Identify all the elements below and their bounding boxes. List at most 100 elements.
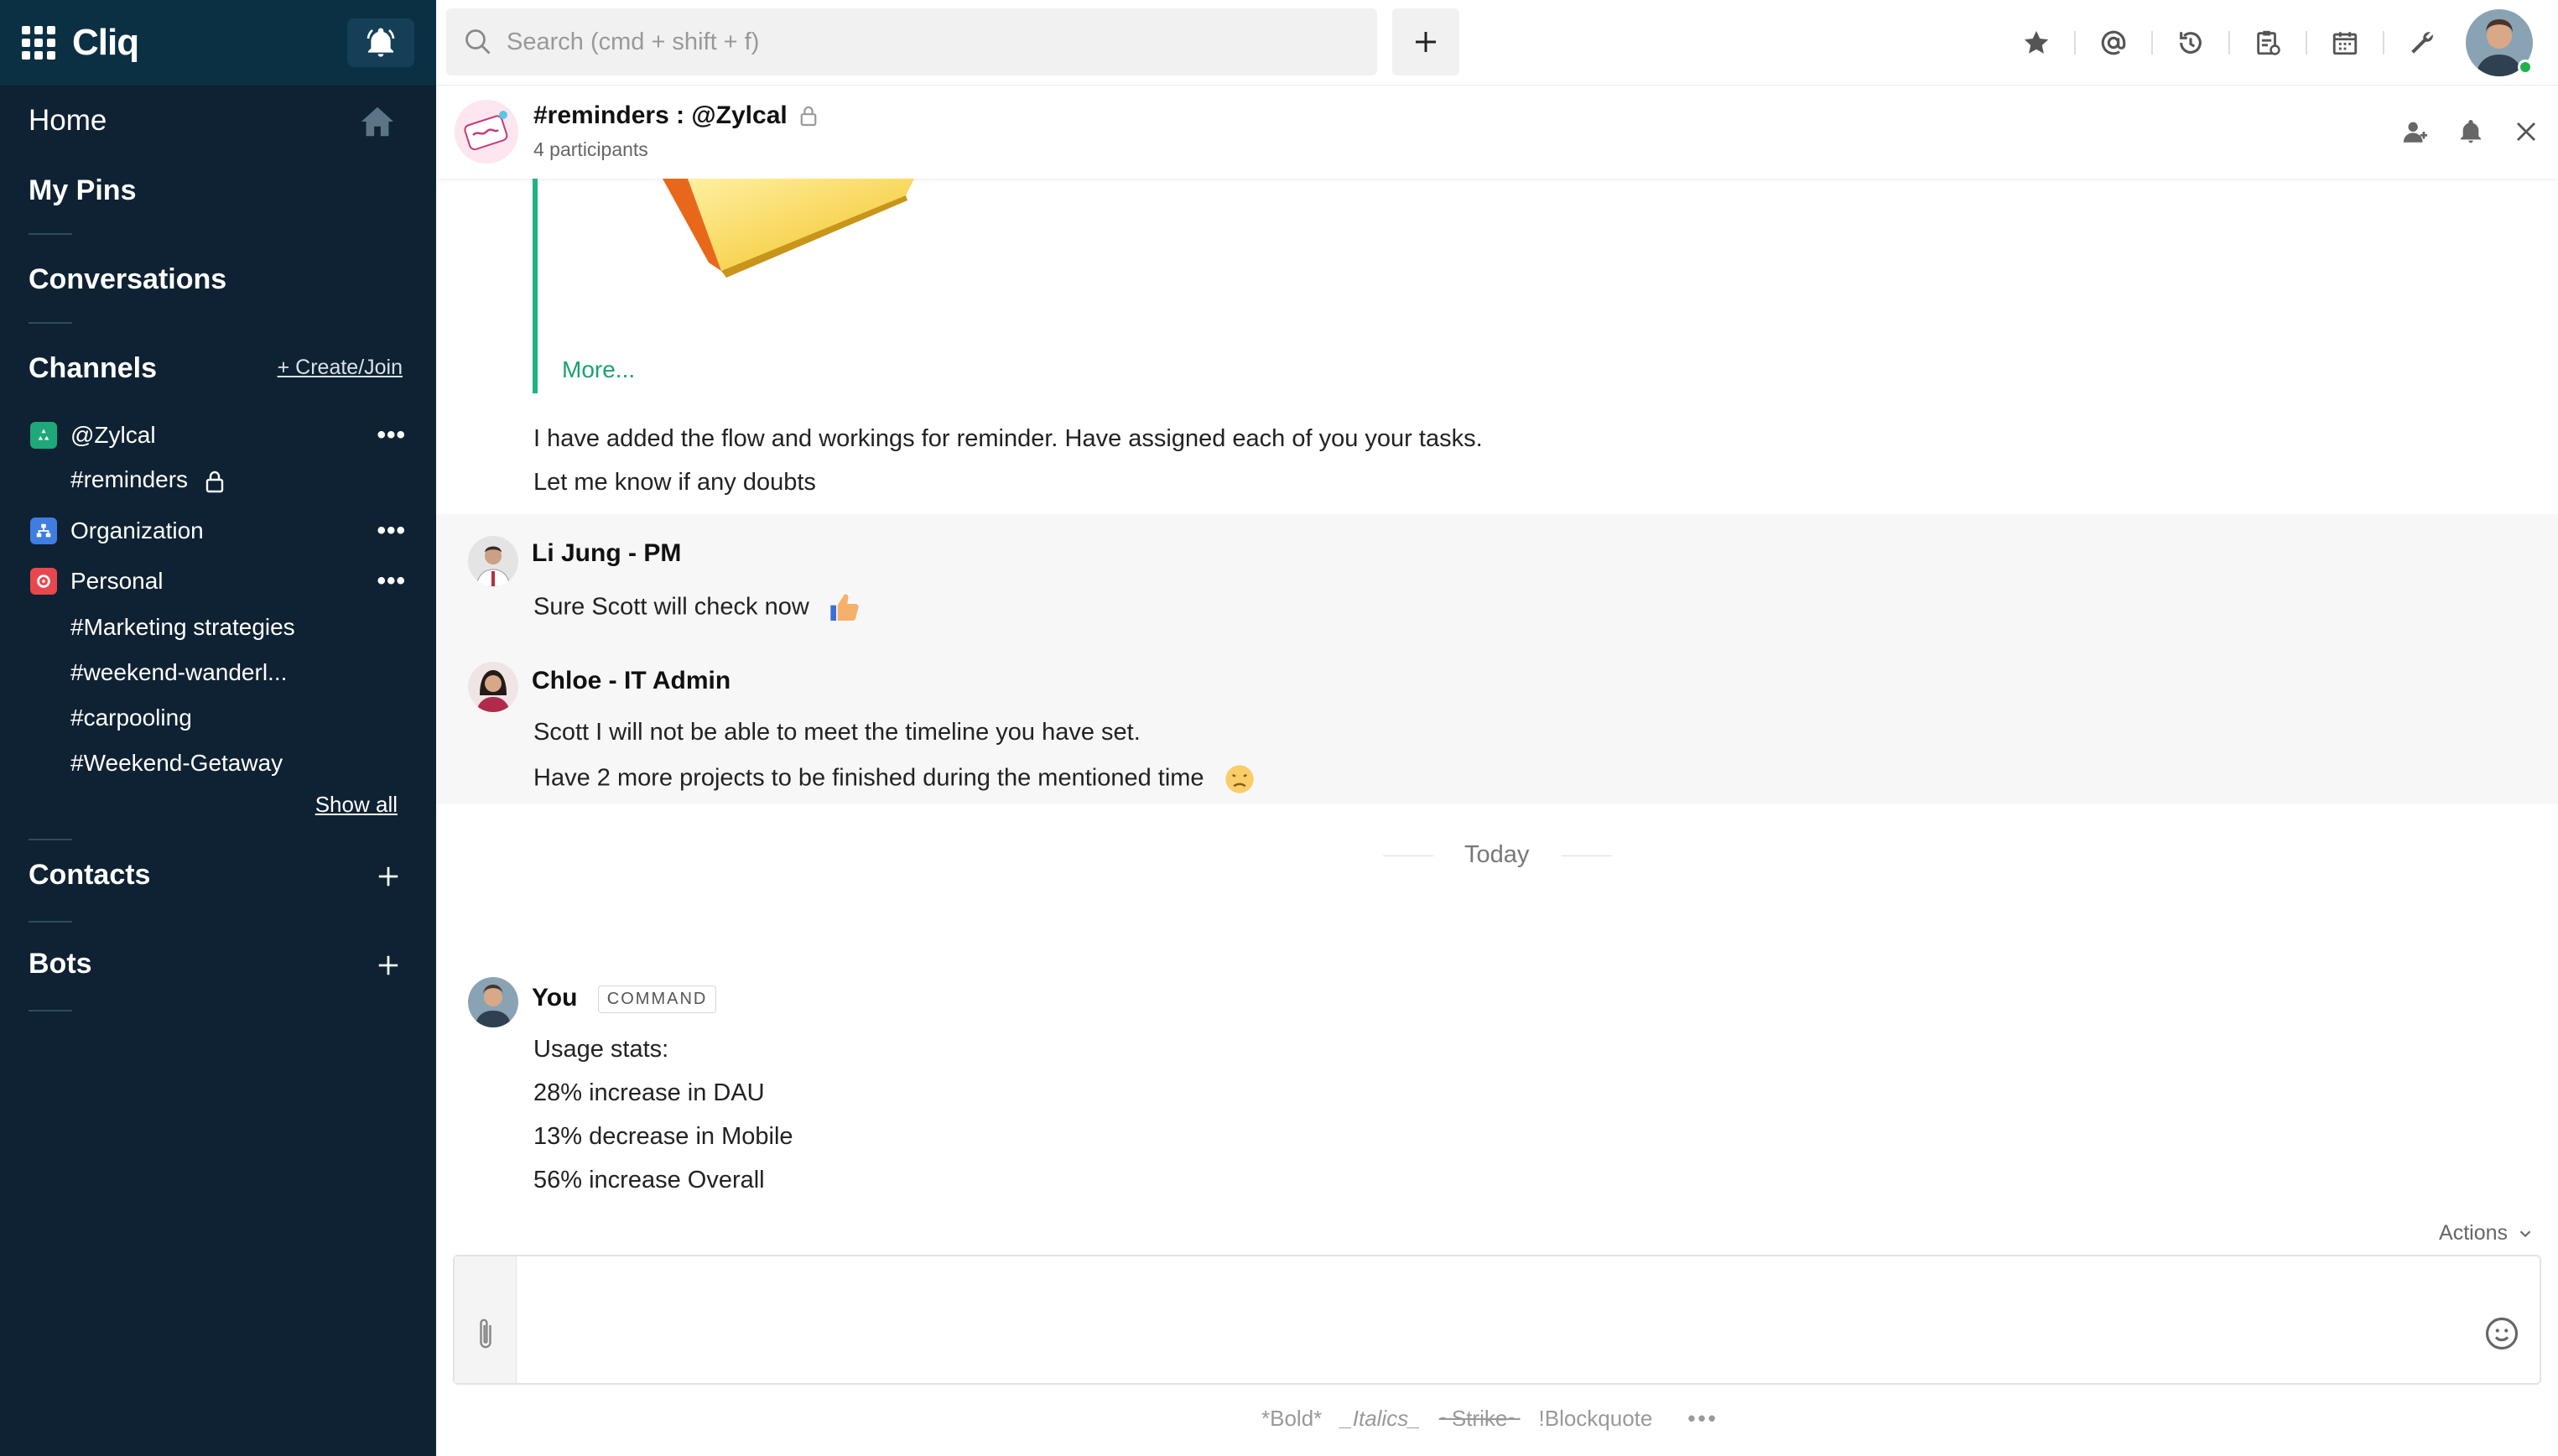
nav-bots[interactable]: Bots — [29, 948, 92, 980]
command-badge: COMMAND — [597, 985, 717, 1013]
search-icon — [465, 29, 491, 55]
channel-label: #reminders — [70, 466, 189, 492]
brand-logo: Cliq — [72, 22, 139, 63]
message-body: Have 2 more projects to be finished duri… — [533, 764, 1204, 792]
formatting-hints: *Bold* _Italics_ ~Strike~ !Blockquote ••… — [1261, 1406, 1737, 1432]
format-italic-hint[interactable]: _Italics_ — [1340, 1406, 1420, 1432]
bell-icon[interactable] — [2456, 117, 2486, 147]
message-text: Scott I will not be able to meet the tim… — [533, 719, 1141, 746]
group-label: Organization — [70, 517, 204, 543]
sender-name[interactable]: Li Jung - PM — [532, 539, 681, 568]
add-contact-plus-icon[interactable] — [376, 864, 401, 889]
channel-marketing-strategies[interactable]: #Marketing strategies — [70, 614, 295, 641]
message-text: 28% increase in DAU — [533, 1079, 765, 1106]
day-separator-label: Today — [1464, 841, 1530, 868]
divider — [2306, 31, 2307, 55]
avatar[interactable] — [468, 536, 518, 586]
nav-conversations[interactable]: Conversations — [29, 263, 226, 296]
sender-name[interactable]: Chloe - IT Admin — [532, 667, 730, 695]
tools-icon[interactable] — [2404, 24, 2441, 61]
sidebar-header: Cliq — [0, 0, 436, 86]
calendar-icon[interactable] — [2327, 24, 2363, 61]
star-icon[interactable] — [2018, 24, 2055, 61]
channel-avatar[interactable] — [455, 100, 518, 164]
plus-icon — [1416, 32, 1436, 52]
day-separator: Today — [436, 841, 2558, 869]
add-bot-plus-icon[interactable] — [376, 953, 401, 978]
top-bar — [436, 0, 2558, 86]
history-icon[interactable] — [2172, 24, 2209, 61]
mention-icon[interactable] — [2095, 24, 2132, 61]
apps-grid-icon[interactable] — [22, 26, 55, 60]
divider — [29, 233, 72, 235]
more-link[interactable]: More... — [562, 356, 635, 383]
nav-channels[interactable]: Channels — [29, 352, 157, 385]
cliq-app: Cliq Home My Pins Conversations Channels… — [0, 0, 2558, 1456]
sender-name-text: You — [532, 984, 578, 1011]
avatar[interactable] — [468, 977, 518, 1027]
message-text: Let me know if any doubts — [533, 469, 816, 496]
participants-count[interactable]: 4 participants — [533, 138, 648, 161]
channel-group-personal[interactable]: Personal ••• — [30, 560, 406, 602]
new-chat-button[interactable] — [1392, 8, 1459, 75]
format-blockquote-hint[interactable]: !Blockquote — [1539, 1406, 1653, 1432]
search-input[interactable] — [507, 28, 1261, 56]
channel-reminders[interactable]: #reminders — [70, 466, 225, 493]
message-text: Sure Scott will check now — [533, 591, 861, 625]
message-text: Have 2 more projects to be finished duri… — [533, 762, 1256, 796]
divider — [29, 322, 72, 324]
sender-name[interactable]: You COMMAND — [532, 984, 717, 1013]
folder-image[interactable] — [629, 179, 931, 279]
emoji-picker-icon[interactable] — [2484, 1316, 2519, 1351]
close-icon[interactable] — [2511, 117, 2541, 147]
show-all-link[interactable]: Show all — [315, 792, 398, 818]
group-label: Personal — [70, 568, 164, 594]
chevron-down-icon — [2519, 1230, 2531, 1237]
org-chart-icon — [30, 517, 57, 544]
channel-group-organization[interactable]: Organization ••• — [30, 510, 406, 552]
nav-my-pins[interactable]: My Pins — [29, 174, 136, 207]
group-menu-icon[interactable]: ••• — [377, 517, 406, 545]
channel-weekend-wanderlust[interactable]: #weekend-wanderl... — [70, 659, 287, 686]
search-box[interactable] — [446, 8, 1377, 75]
chat-header-actions — [2375, 117, 2541, 147]
nav-home[interactable]: Home — [29, 104, 107, 138]
message-body: Sure Scott will check now — [533, 593, 809, 621]
chat-header: #reminders : @Zylcal 4 participants — [436, 86, 2558, 179]
format-bold-hint[interactable]: *Bold* — [1261, 1406, 1322, 1432]
profile-avatar[interactable] — [2466, 9, 2533, 76]
chat-title-text: #reminders : @Zylcal — [533, 101, 788, 129]
actions-dropdown[interactable]: Actions — [2439, 1221, 2535, 1245]
message-composer — [453, 1255, 2541, 1385]
group-label: @Zylcal — [70, 422, 156, 448]
message-text: 13% decrease in Mobile — [533, 1123, 793, 1150]
message-text: 56% increase Overall — [533, 1167, 765, 1193]
channel-group-zylcal[interactable]: @Zylcal ••• — [30, 414, 406, 456]
divider — [2074, 31, 2076, 55]
divider — [29, 839, 72, 840]
personal-icon — [30, 568, 57, 595]
frown-emoji-icon — [1224, 765, 1254, 793]
more-formats-icon[interactable]: ••• — [1687, 1406, 1718, 1432]
toolbar-icons — [2018, 0, 2533, 86]
nav-contacts[interactable]: Contacts — [29, 859, 150, 892]
create-join-link[interactable]: + Create/Join — [278, 356, 403, 380]
channel-weekend-getaway[interactable]: #Weekend-Getaway — [70, 750, 283, 777]
divider — [2228, 31, 2230, 55]
group-menu-icon[interactable]: ••• — [377, 567, 406, 595]
bell-icon — [367, 28, 395, 57]
link-preview-bar — [533, 179, 538, 393]
clipboard-icon[interactable] — [2249, 24, 2286, 61]
notification-toggle-button[interactable] — [347, 18, 414, 67]
divider — [2383, 31, 2384, 55]
channel-carpooling[interactable]: #carpooling — [70, 705, 192, 731]
message-group-highlight — [436, 514, 2558, 804]
message-input[interactable] — [533, 1273, 2429, 1365]
avatar[interactable] — [468, 662, 518, 712]
attach-button[interactable] — [455, 1256, 517, 1383]
group-menu-icon[interactable]: ••• — [377, 421, 406, 450]
add-member-icon[interactable] — [2400, 117, 2431, 147]
home-icon[interactable] — [357, 102, 398, 141]
divider — [2151, 31, 2153, 55]
format-strike-hint[interactable]: ~Strike~ — [1439, 1406, 1521, 1432]
